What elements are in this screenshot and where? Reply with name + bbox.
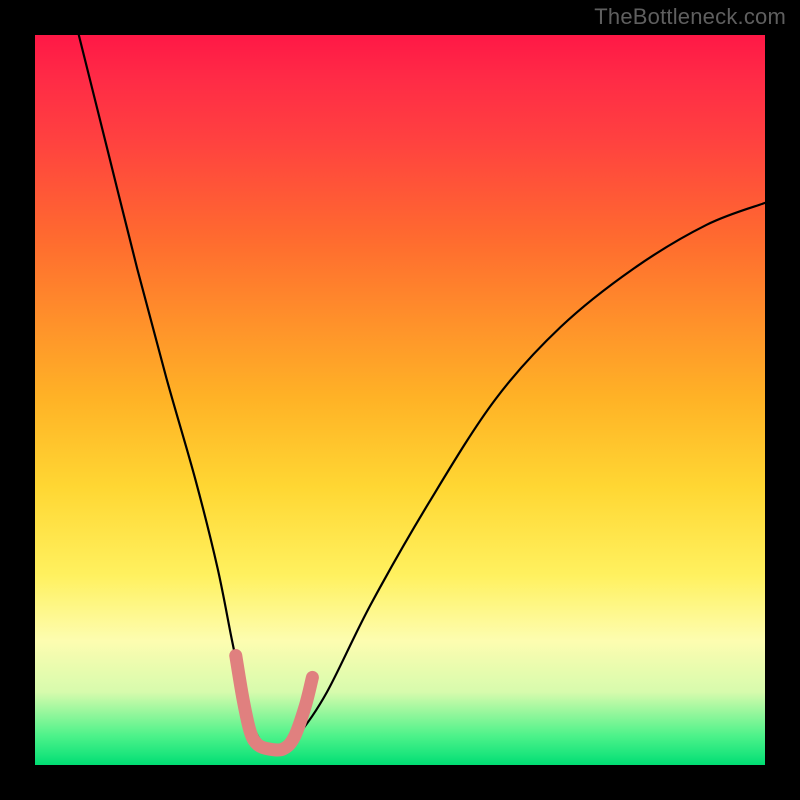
bottleneck-curve [79, 35, 765, 753]
chart-svg [35, 35, 765, 765]
plot-area [35, 35, 765, 765]
watermark-text: TheBottleneck.com [594, 4, 786, 30]
flat-bottom-marker [236, 656, 313, 750]
chart-frame: TheBottleneck.com [0, 0, 800, 800]
